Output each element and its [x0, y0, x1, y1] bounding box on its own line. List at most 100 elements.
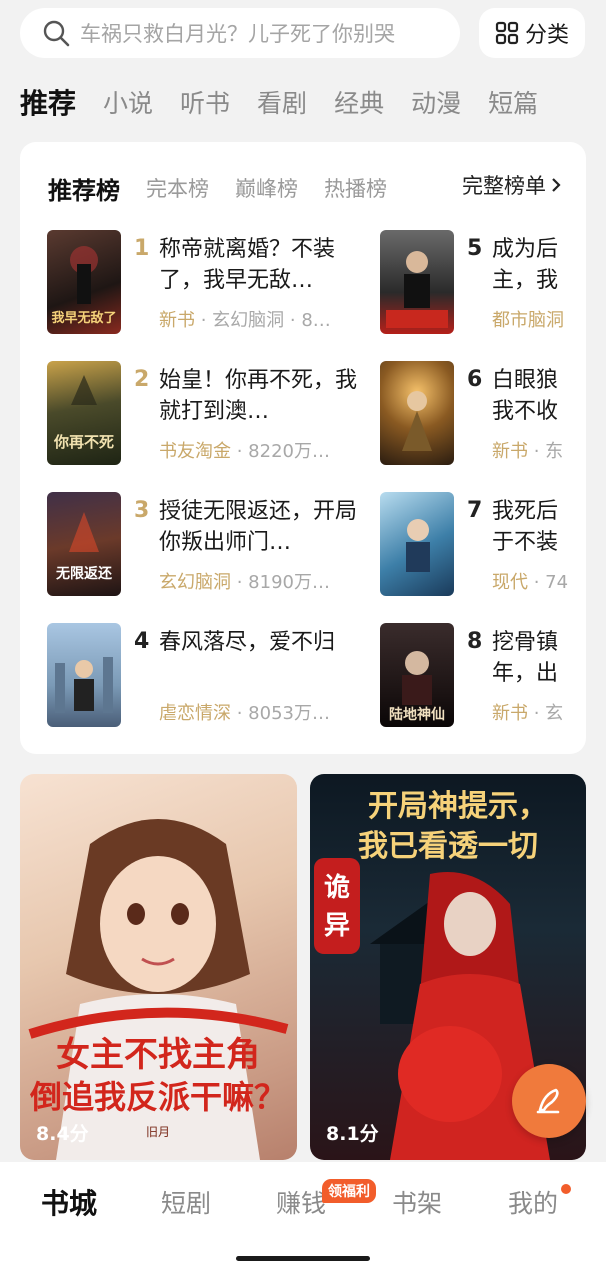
- book-cover: 无限返还: [47, 492, 121, 596]
- bottom-nav: 书城 短剧 赚钱 领福利 书架 我的: [0, 1162, 606, 1280]
- chevron-right-icon: [552, 178, 561, 192]
- svg-text:诡: 诡: [324, 873, 350, 903]
- book-cover: 你再不死: [47, 361, 121, 465]
- svg-text:倒追我反派干嘛？: 倒追我反派干嘛？: [29, 1078, 286, 1116]
- earn-badge: 领福利: [322, 1179, 376, 1203]
- rank-tab-peak[interactable]: 巅峰榜: [235, 173, 298, 203]
- rank-item[interactable]: 6 白眼狼 我不收 新书 · 东: [380, 361, 586, 469]
- rating-score: 8.4分: [36, 1123, 89, 1145]
- rank-tab-completed[interactable]: 完本榜: [146, 173, 209, 203]
- book-tag: 虐恋情深: [159, 703, 231, 724]
- rank-number: 6: [467, 367, 483, 392]
- book-title: 成为后 主，我: [492, 237, 559, 293]
- book-tag: 新书: [492, 703, 528, 724]
- tab-short[interactable]: 短篇: [488, 84, 538, 120]
- book-meta: 现代 · 74: [492, 568, 586, 594]
- book-title: 挖骨镇 年，出: [492, 630, 559, 686]
- book-cover: [380, 492, 454, 596]
- nav-earn[interactable]: 赚钱: [276, 1184, 326, 1220]
- tab-audiobook[interactable]: 听书: [180, 84, 230, 120]
- book-cover: 陆地神仙: [380, 623, 454, 727]
- featured-cover-art: 女主不找主角 倒追我反派干嘛？ 旧月: [28, 819, 289, 1160]
- book-title: 始皇！你再不死，我就打到澳…: [159, 368, 358, 424]
- book-tag: 书友淘金: [159, 441, 231, 462]
- write-fab[interactable]: [512, 1064, 586, 1138]
- svg-text:女主不找主角: 女主不找主角: [56, 1035, 260, 1075]
- book-meta-text: · 东: [528, 441, 564, 462]
- rank-number: 2: [134, 367, 150, 392]
- svg-text:我早无敌了: 我早无敌了: [51, 310, 116, 326]
- book-meta: 新书 · 玄幻脑洞 · 8…: [159, 306, 359, 332]
- svg-text:无限返还: 无限返还: [55, 565, 113, 582]
- book-tag: 新书: [492, 441, 528, 462]
- rank-number: 5: [467, 236, 483, 261]
- book-meta: 新书 · 东: [492, 437, 586, 463]
- book-meta-text: · 玄: [528, 703, 564, 724]
- search-placeholder: 车祸只救白月光？儿子死了你别哭: [80, 22, 395, 46]
- book-title: 称帝就离婚？不装了，我早无敌…: [159, 237, 336, 293]
- book-title: 春风落尽，爱不归: [159, 630, 336, 655]
- svg-text:我已看透一切: 我已看透一切: [358, 829, 538, 864]
- rank-tab-hot[interactable]: 热播榜: [324, 173, 387, 203]
- rank-item[interactable]: 陆地神仙 8 挖骨镇 年，出 新书 · 玄: [380, 623, 586, 731]
- full-ranking-label: 完整榜单: [462, 174, 546, 198]
- nav-bookstore[interactable]: 书城: [41, 1182, 97, 1222]
- svg-text:陆地神仙: 陆地神仙: [389, 706, 445, 723]
- ranking-card: 推荐榜 完本榜 巅峰榜 热播榜 完整榜单 我早无敌了 1 称帝就离婚？不装了，我…: [20, 142, 586, 754]
- rank-number: 1: [134, 236, 150, 261]
- rank-item[interactable]: 5 成为后 主，我 都市脑洞: [380, 230, 586, 338]
- rating-score: 8.1分: [326, 1123, 379, 1145]
- category-label: 分类: [524, 23, 569, 48]
- svg-text:开局神提示，: 开局神提示，: [368, 789, 548, 824]
- category-button[interactable]: 分类: [479, 8, 585, 58]
- book-title: 白眼狼 我不收: [492, 368, 559, 424]
- tab-novel[interactable]: 小说: [103, 84, 153, 120]
- tab-anime[interactable]: 动漫: [411, 84, 461, 120]
- tab-classic[interactable]: 经典: [334, 84, 384, 120]
- full-ranking-link[interactable]: 完整榜单: [452, 170, 562, 200]
- svg-text:你再不死: 你再不死: [53, 433, 114, 451]
- book-meta: 都市脑洞: [492, 306, 586, 332]
- book-tag: 新书: [159, 310, 195, 331]
- rank-number: 4: [134, 629, 150, 654]
- featured-book-card[interactable]: 女主不找主角 倒追我反派干嘛？ 旧月 8.4分: [20, 774, 297, 1160]
- book-cover: [380, 230, 454, 334]
- grid-icon: [495, 21, 519, 45]
- rank-item[interactable]: 无限返还 3 授徒无限返还，开局你叛出师门… 玄幻脑洞 · 8190万…: [47, 492, 377, 600]
- book-meta: 玄幻脑洞 · 8190万…: [159, 568, 359, 594]
- search-icon: [43, 20, 70, 47]
- book-meta-text: · 玄幻脑洞 · 8…: [195, 310, 331, 331]
- book-meta: 新书 · 玄: [492, 699, 586, 725]
- book-cover: [47, 623, 121, 727]
- book-tag: 现代: [492, 572, 528, 593]
- rank-number: 8: [467, 629, 483, 654]
- svg-text:异: 异: [324, 911, 350, 941]
- rank-item[interactable]: 4 春风落尽，爱不归 虐恋情深 · 8053万…: [47, 623, 377, 731]
- rank-item[interactable]: 我早无敌了 1 称帝就离婚？不装了，我早无敌… 新书 · 玄幻脑洞 · 8…: [47, 230, 377, 338]
- rank-number: 3: [134, 498, 150, 523]
- book-meta-text: · 74: [528, 572, 569, 593]
- top-tabs: 推荐 小说 听书 看剧 经典 动漫 短篇: [20, 80, 590, 124]
- svg-text:旧月: 旧月: [146, 1125, 170, 1139]
- book-cover: 我早无敌了: [47, 230, 121, 334]
- tab-recommend[interactable]: 推荐: [20, 82, 76, 122]
- book-meta-text: · 8220万…: [231, 441, 330, 462]
- nav-profile[interactable]: 我的: [508, 1184, 558, 1220]
- nav-short-drama[interactable]: 短剧: [161, 1184, 211, 1220]
- pen-icon: [536, 1088, 560, 1114]
- notification-dot: [561, 1184, 571, 1194]
- book-meta-text: · 8053万…: [231, 703, 330, 724]
- book-tag: 都市脑洞: [492, 310, 564, 331]
- tab-drama[interactable]: 看剧: [257, 84, 307, 120]
- book-meta-text: · 8190万…: [231, 572, 330, 593]
- search-input[interactable]: 车祸只救白月光？儿子死了你别哭: [20, 8, 460, 58]
- nav-bookshelf[interactable]: 书架: [392, 1184, 442, 1220]
- book-cover: [380, 361, 454, 465]
- rank-item[interactable]: 你再不死 2 始皇！你再不死，我就打到澳… 书友淘金 · 8220万…: [47, 361, 377, 469]
- book-tag: 玄幻脑洞: [159, 572, 231, 593]
- book-meta: 虐恋情深 · 8053万…: [159, 699, 359, 725]
- home-indicator[interactable]: [236, 1256, 370, 1261]
- book-meta: 书友淘金 · 8220万…: [159, 437, 359, 463]
- rank-item[interactable]: 7 我死后 于不装 现代 · 74: [380, 492, 586, 600]
- rank-tab-recommend[interactable]: 推荐榜: [48, 171, 120, 206]
